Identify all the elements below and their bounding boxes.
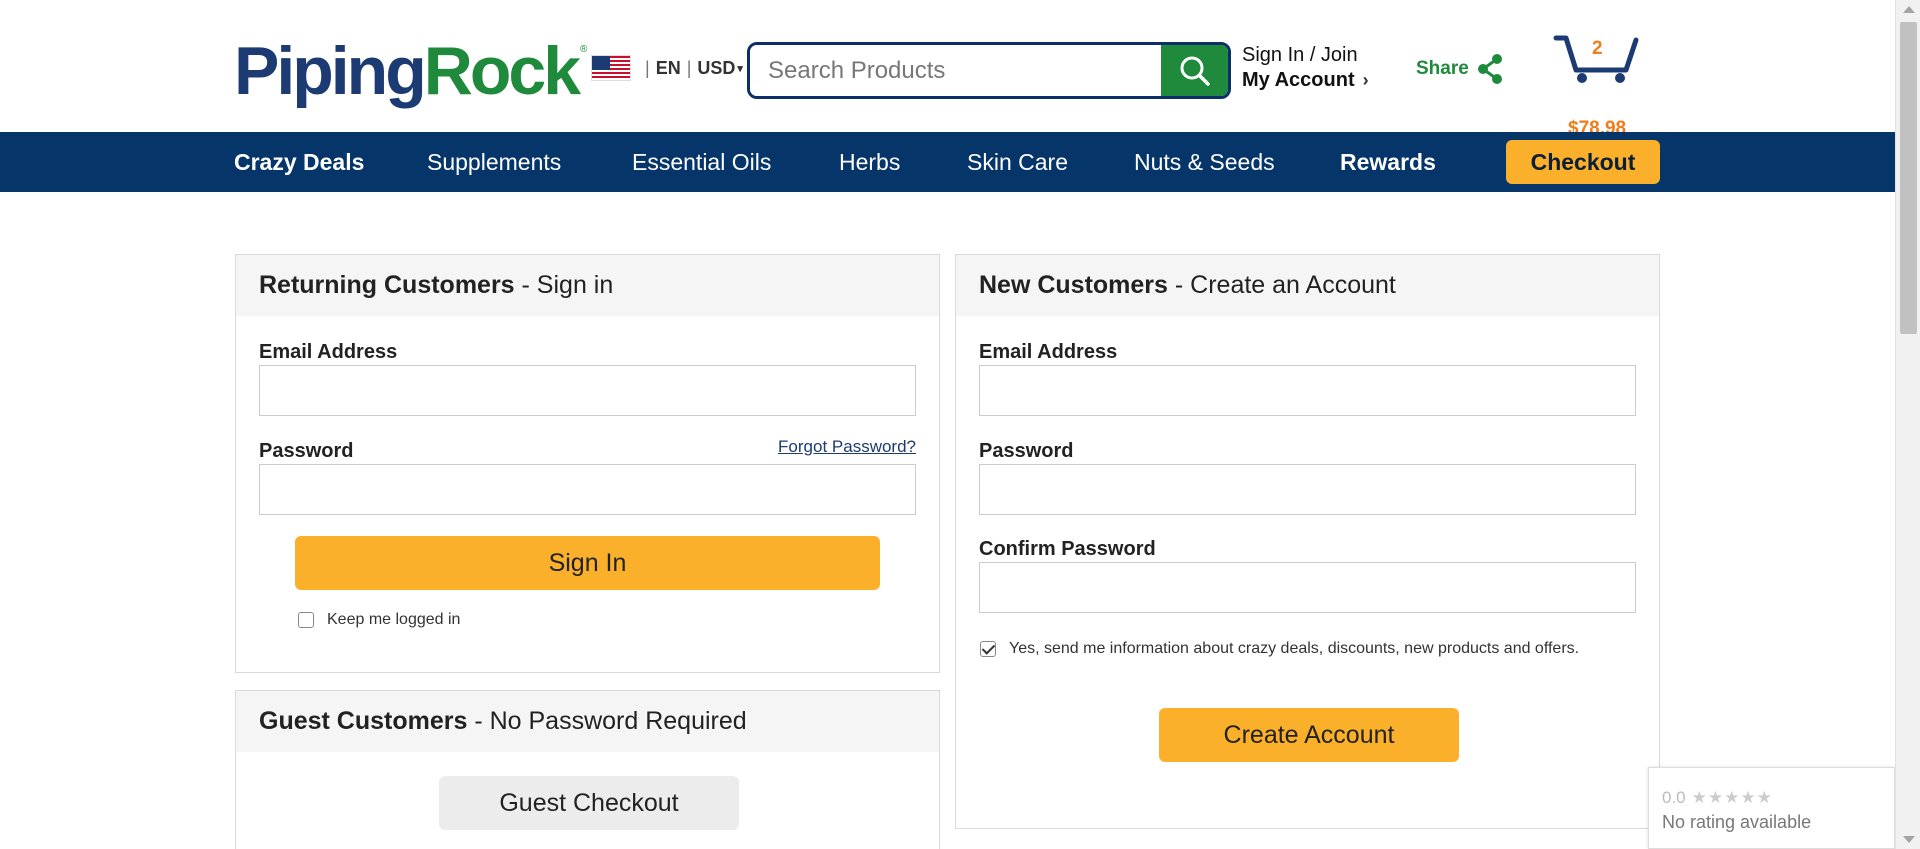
main-nav: Crazy Deals Supplements Essential Oils H… xyxy=(0,132,1895,192)
guest-customers-panel: Guest Customers - No Password Required G… xyxy=(235,690,940,849)
new-customers-heading: New Customers - Create an Account xyxy=(956,255,1659,316)
rating-widget[interactable]: 0.0 ★★★★★ No rating available xyxy=(1648,767,1895,849)
returning-email-label: Email Address xyxy=(259,341,398,363)
search-input[interactable] xyxy=(750,45,1161,96)
nav-item-nuts-seeds[interactable]: Nuts & Seeds xyxy=(1134,132,1275,192)
nav-item-crazy-deals[interactable]: Crazy Deals xyxy=(234,132,364,192)
share-icon xyxy=(1477,54,1502,84)
language-label: EN xyxy=(655,57,681,78)
search-button[interactable] xyxy=(1161,45,1228,96)
my-account-link[interactable]: My Account › xyxy=(1242,68,1369,93)
create-account-button[interactable]: Create Account xyxy=(1159,708,1459,762)
guest-title-rest: - No Password Required xyxy=(467,707,747,735)
cart-button[interactable]: 2 $78.98 xyxy=(1552,32,1642,139)
nav-item-supplements[interactable]: Supplements xyxy=(427,132,561,192)
confirm-password-label: Confirm Password xyxy=(979,538,1156,560)
rating-score: 0.0 xyxy=(1662,788,1686,807)
marketing-optin-checkbox[interactable] xyxy=(980,641,996,657)
new-email-label: Email Address xyxy=(979,341,1118,363)
checkout-button[interactable]: Checkout xyxy=(1506,140,1660,184)
site-header: Piping Rock ® | EN | USD ▾ Sign In / Joi… xyxy=(0,0,1895,139)
new-customers-panel: New Customers - Create an Account Email … xyxy=(955,254,1660,829)
locale-separator: | xyxy=(645,57,650,78)
logo-text-piping: Piping xyxy=(234,33,427,109)
share-button[interactable]: Share xyxy=(1416,52,1505,86)
sign-in-join-link[interactable]: Sign In / Join xyxy=(1242,43,1369,68)
share-label: Share xyxy=(1416,58,1469,79)
new-title-rest: - Create an Account xyxy=(1167,271,1396,299)
nav-item-skin-care[interactable]: Skin Care xyxy=(967,132,1068,192)
sign-in-button[interactable]: Sign In xyxy=(295,536,880,590)
nav-item-rewards[interactable]: Rewards xyxy=(1340,132,1436,192)
marketing-optin-option[interactable]: Yes, send me information about crazy dea… xyxy=(980,640,1579,658)
us-flag-icon xyxy=(591,55,631,81)
locale-selector[interactable]: | EN | USD ▾ xyxy=(591,55,743,81)
returning-email-field[interactable] xyxy=(259,365,916,416)
keep-logged-in-checkbox[interactable] xyxy=(298,612,314,628)
confirm-password-field[interactable] xyxy=(979,562,1636,613)
new-password-field[interactable] xyxy=(979,464,1636,515)
returning-title-bold: Returning Customers xyxy=(259,271,515,299)
star-rating-icon: ★★★★★ xyxy=(1691,788,1773,807)
registered-mark: ® xyxy=(580,44,588,55)
my-account-label: My Account xyxy=(1242,69,1355,91)
rating-text: No rating available xyxy=(1662,812,1812,832)
returning-customers-heading: Returning Customers - Sign in xyxy=(236,255,939,316)
keep-logged-in-label: Keep me logged in xyxy=(327,611,461,628)
piping-rock-logo[interactable]: Piping Rock ® xyxy=(234,34,587,108)
returning-password-field[interactable] xyxy=(259,464,916,515)
search-bar xyxy=(747,42,1231,99)
scroll-up-arrow-icon[interactable] xyxy=(1903,6,1915,13)
chevron-down-icon: ▾ xyxy=(737,62,743,75)
scrollbar-thumb[interactable] xyxy=(1900,22,1917,334)
guest-title-bold: Guest Customers xyxy=(259,707,468,735)
guest-checkout-button[interactable]: Guest Checkout xyxy=(439,776,739,830)
vertical-scrollbar[interactable] xyxy=(1895,0,1920,849)
locale-separator: | xyxy=(686,57,692,78)
search-icon xyxy=(1180,56,1210,86)
guest-customers-heading: Guest Customers - No Password Required xyxy=(236,691,939,752)
cart-count-badge: 2 xyxy=(1592,38,1603,59)
scroll-down-arrow-icon[interactable] xyxy=(1903,836,1915,843)
returning-password-label: Password xyxy=(259,440,354,462)
nav-item-essential-oils[interactable]: Essential Oils xyxy=(632,132,771,192)
nav-item-herbs[interactable]: Herbs xyxy=(839,132,900,192)
forgot-password-link[interactable]: Forgot Password? xyxy=(778,437,916,457)
new-title-bold: New Customers xyxy=(979,271,1168,299)
new-email-field[interactable] xyxy=(979,365,1636,416)
logo-text-rock: Rock xyxy=(423,33,581,109)
returning-title-rest: - Sign in xyxy=(514,271,614,299)
chevron-right-icon: › xyxy=(1362,70,1369,90)
returning-customers-panel: Returning Customers - Sign in Email Addr… xyxy=(235,254,940,673)
keep-logged-in-option[interactable]: Keep me logged in xyxy=(298,611,460,629)
account-menu[interactable]: Sign In / Join My Account › xyxy=(1242,43,1369,93)
marketing-optin-label: Yes, send me information about crazy dea… xyxy=(1009,640,1580,657)
rating-score-row: 0.0 ★★★★★ xyxy=(1662,788,1773,808)
new-password-label: Password xyxy=(979,440,1074,462)
currency-label: USD xyxy=(697,57,736,78)
